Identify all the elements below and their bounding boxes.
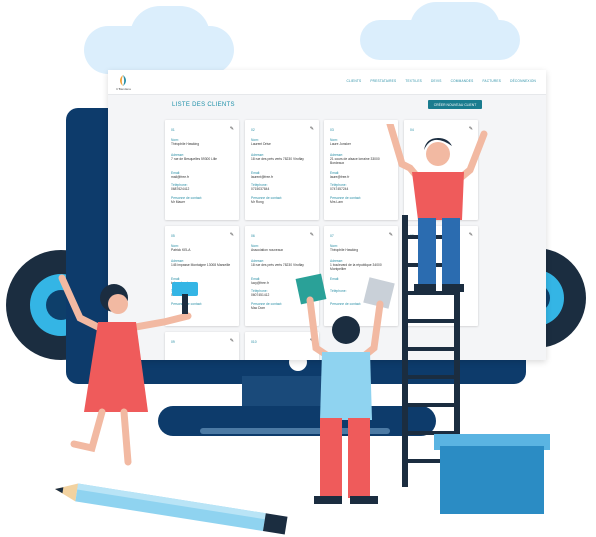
pencil-icon[interactable]: ✎ <box>310 232 314 238</box>
nav-item-commandes[interactable]: COMMANDES <box>451 79 474 83</box>
client-card-number: 07 <box>330 234 334 238</box>
nav-item-textiles[interactable]: TEXTILES <box>405 79 422 83</box>
pencil-icon[interactable]: ✎ <box>230 232 234 238</box>
top-nav: C'Bandana CLIENTS PRESTATAIRES TEXTILES … <box>108 70 546 95</box>
field-value-nom: Association nouveaux <box>251 248 284 252</box>
client-card-number: 02 <box>251 128 255 132</box>
client-card[interactable]: 01 ✎ Nom: Théophile Hawking Adresse: 7 rue de… <box>165 120 239 220</box>
field-value-email: laurent@free.fr <box>251 175 274 179</box>
pencil-icon[interactable]: ✎ <box>230 126 234 132</box>
brand-name: C'Bandana <box>116 87 131 91</box>
field-value-adresse: 18 rue des prés verts 78230 Viroflay <box>251 263 304 267</box>
field-value-nom: Patrick KELA <box>171 248 191 252</box>
nav-menu: CLIENTS PRESTATAIRES TEXTILES DEVIS COMM… <box>346 79 536 83</box>
person-man-center <box>295 273 395 504</box>
field-value-email: mail@free.fr <box>171 175 190 179</box>
field-value-telephone: 0687624412 <box>171 187 190 191</box>
client-card-number: 05 <box>171 234 175 238</box>
pencil-icon[interactable]: ✎ <box>310 126 314 132</box>
field-value-nom: Théophile Hawking <box>171 142 200 146</box>
client-card-number: 03 <box>330 128 334 132</box>
pencil-illustration <box>55 483 288 535</box>
field-value-nom: Laurent Drise <box>251 142 271 146</box>
client-card[interactable]: 02 ✎ Nom: Laurent Drise Adresse: 18 rue des p… <box>245 120 319 220</box>
pencil-icon[interactable]: ✎ <box>230 338 234 344</box>
client-card-number: 06 <box>251 234 255 238</box>
field-value-contact: Mr Rong <box>251 200 264 204</box>
blue-box <box>440 446 544 514</box>
cloud-left-puff <box>130 6 210 66</box>
client-card-number: 01 <box>171 128 175 132</box>
field-value-adresse: 7 rue de Besquelles 59300 Lille <box>171 157 218 161</box>
nav-item-deconnexion[interactable]: DÉCONNEXION <box>510 79 536 83</box>
client-card-number: 010 <box>251 340 257 344</box>
brand-logo-icon <box>120 75 126 86</box>
page-title: LISTE DES CLIENTS <box>172 102 235 108</box>
illustration-scene: C'Bandana CLIENTS PRESTATAIRES TEXTILES … <box>0 0 596 535</box>
person-woman-left <box>58 274 198 466</box>
new-client-button[interactable]: CRÉER NOUVEAU CLIENT <box>428 100 482 109</box>
field-value-telephone: 0715037844 <box>251 187 270 191</box>
field-value-adresse: 145 impasse Montaigne 13008 Marseille <box>171 263 231 267</box>
nav-item-devis[interactable]: DEVIS <box>431 79 442 83</box>
nav-item-clients[interactable]: CLIENTS <box>346 79 361 83</box>
field-value-adresse: 18 rue des prés verts 78230 Viroflay <box>251 157 304 161</box>
nav-item-prestataires[interactable]: PRESTATAIRES <box>370 79 396 83</box>
nav-item-factures[interactable]: FACTURES <box>482 79 501 83</box>
cloud-right-puff <box>410 2 500 54</box>
field-value-contact: Mr Mauer <box>171 200 186 204</box>
